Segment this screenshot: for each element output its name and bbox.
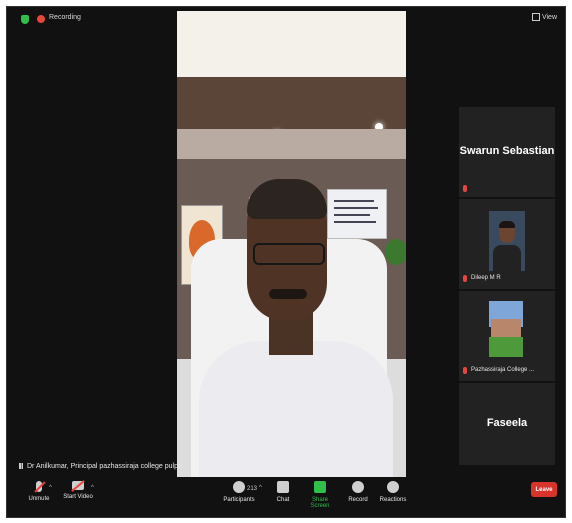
grid-view-icon bbox=[531, 13, 540, 21]
participant-tile[interactable]: Swarun Sebastian bbox=[459, 107, 555, 197]
speaker-shirt bbox=[199, 341, 393, 477]
active-speaker-video bbox=[177, 11, 406, 477]
speaker-glasses bbox=[253, 243, 325, 265]
record-icon bbox=[352, 481, 364, 493]
participant-name: Swarun Sebastian bbox=[459, 145, 555, 157]
participants-options-chevron-icon[interactable]: ^ bbox=[259, 485, 262, 491]
view-button[interactable]: View bbox=[531, 13, 557, 21]
meeting-toolbar: Unmute ^ Start Video ^ Participants 213 … bbox=[7, 477, 565, 517]
participant-name: Pazhassiraja College ... bbox=[471, 367, 535, 373]
participant-profile-image bbox=[489, 301, 523, 357]
video-off-icon bbox=[72, 481, 84, 490]
plant bbox=[385, 239, 406, 265]
audio-options-chevron-icon[interactable]: ^ bbox=[49, 485, 52, 491]
leave-button[interactable]: Leave bbox=[531, 482, 557, 497]
participant-tile[interactable]: Pazhassiraja College ... bbox=[459, 291, 555, 381]
muted-mic-icon bbox=[463, 185, 467, 192]
chat-icon bbox=[277, 481, 289, 493]
chat-button[interactable]: Chat bbox=[273, 481, 293, 503]
recording-icon bbox=[37, 15, 45, 23]
meeting-window: Recording View Swarun Sebastian Dileep M… bbox=[6, 6, 566, 518]
active-speaker-label: Dr Anilkumar, Principal pazhassiraja col… bbox=[19, 463, 182, 470]
signal-icon bbox=[19, 463, 25, 470]
wall-notice-board bbox=[327, 189, 387, 239]
view-label: View bbox=[541, 13, 557, 21]
participant-name: Dileep M R bbox=[471, 275, 501, 281]
participant-tile[interactable]: Dileep M R bbox=[459, 199, 555, 289]
record-button[interactable]: Record bbox=[347, 481, 369, 503]
participant-tile[interactable]: Faseela bbox=[459, 383, 555, 465]
reactions-button[interactable]: Reactions bbox=[379, 481, 407, 503]
share-screen-icon bbox=[314, 481, 326, 493]
participant-video-thumbnail bbox=[489, 211, 525, 271]
recording-label: Recording bbox=[49, 14, 81, 21]
participants-icon bbox=[233, 481, 245, 493]
share-screen-button[interactable]: Share Screen bbox=[303, 481, 337, 509]
muted-mic-icon bbox=[463, 367, 467, 374]
video-options-chevron-icon[interactable]: ^ bbox=[91, 485, 94, 491]
muted-microphone-icon bbox=[36, 481, 42, 492]
reactions-icon bbox=[387, 481, 399, 493]
start-video-button[interactable]: Start Video bbox=[61, 481, 95, 500]
participant-name: Faseela bbox=[486, 417, 528, 429]
security-shield-icon[interactable] bbox=[21, 15, 29, 24]
participants-button[interactable]: Participants bbox=[221, 481, 257, 503]
participants-count: 213 bbox=[247, 486, 258, 492]
muted-mic-icon bbox=[463, 275, 467, 282]
